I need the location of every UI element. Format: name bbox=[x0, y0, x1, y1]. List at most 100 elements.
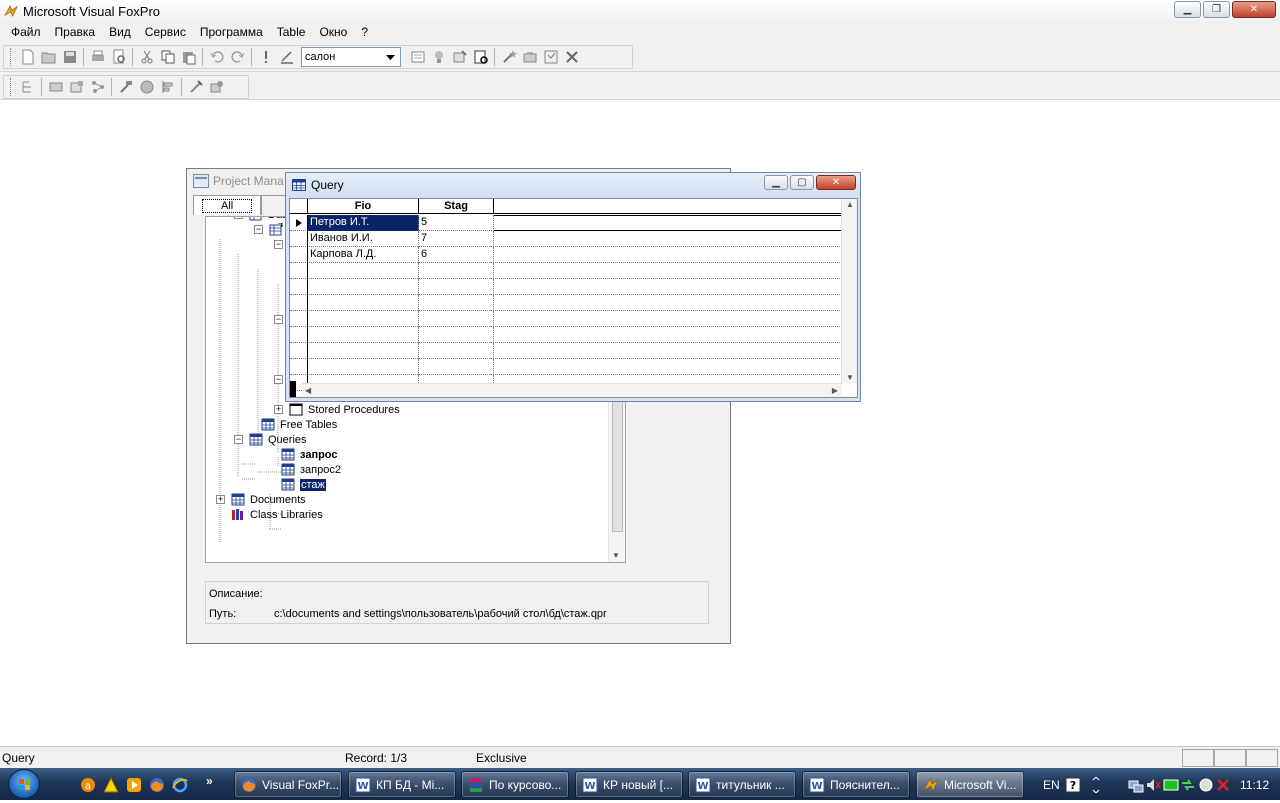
minimize-button[interactable]: ▁ bbox=[1174, 1, 1201, 18]
column-header-stag[interactable]: Stag bbox=[419, 199, 494, 214]
save-button[interactable] bbox=[59, 47, 80, 67]
taskbar-button[interactable]: Microsoft Vi... bbox=[916, 771, 1024, 798]
query-minimize-button[interactable]: ▁ bbox=[764, 175, 788, 190]
row-selector[interactable] bbox=[290, 343, 308, 359]
taskbar-button[interactable]: Visual FoxPr... bbox=[234, 771, 342, 798]
collapse-icon[interactable]: − bbox=[234, 217, 243, 219]
cell-fio[interactable] bbox=[308, 311, 419, 327]
cell-stag[interactable] bbox=[419, 359, 494, 375]
cell-fio[interactable]: Карпова Л.Д. bbox=[308, 247, 419, 263]
db-modify-button[interactable] bbox=[115, 77, 136, 97]
cell-fio[interactable] bbox=[308, 343, 419, 359]
cell-stag[interactable]: 6 bbox=[419, 247, 494, 263]
table-row[interactable] bbox=[290, 327, 842, 343]
scroll-down-icon[interactable]: ▼ bbox=[846, 373, 854, 382]
table-row[interactable]: Иванов И.И. 7 bbox=[290, 231, 842, 247]
menu-view[interactable]: Вид bbox=[102, 22, 138, 42]
restore-button[interactable]: ❐ bbox=[1203, 1, 1230, 18]
table-row[interactable] bbox=[290, 295, 842, 311]
taskbar-button[interactable]: Wтитульник ... bbox=[688, 771, 796, 798]
tray-arrows-icon[interactable] bbox=[1088, 777, 1104, 793]
table-row[interactable] bbox=[290, 263, 842, 279]
db-edit-stored-button[interactable] bbox=[185, 77, 206, 97]
print-preview-button[interactable] bbox=[108, 47, 129, 67]
table-row[interactable]: Карпова Л.Д. 6 bbox=[290, 247, 842, 263]
db-align-button[interactable] bbox=[157, 77, 178, 97]
collapse-icon[interactable]: − bbox=[274, 375, 283, 384]
taskbar-button[interactable]: W КП БД - Mi... bbox=[348, 771, 456, 798]
connection-error-icon[interactable] bbox=[1215, 777, 1231, 793]
tree-item[interactable]: + Documents bbox=[216, 492, 306, 507]
toolbar-grip[interactable] bbox=[10, 48, 13, 66]
close-button[interactable]: ✕ bbox=[1232, 1, 1276, 18]
view-window-button[interactable] bbox=[428, 47, 449, 67]
modify-form-button[interactable] bbox=[276, 47, 297, 67]
menu-edit[interactable]: Правка bbox=[48, 22, 103, 42]
row-selector[interactable] bbox=[290, 215, 308, 231]
network-icon[interactable] bbox=[1128, 777, 1144, 793]
row-selector[interactable] bbox=[290, 295, 308, 311]
query-maximize-button[interactable]: ▢ bbox=[790, 175, 814, 190]
db-relations-button[interactable] bbox=[87, 77, 108, 97]
cut-button[interactable] bbox=[136, 47, 157, 67]
menu-window[interactable]: Окно bbox=[312, 22, 354, 42]
menu-help[interactable]: ? bbox=[354, 22, 375, 42]
tree-item[interactable]: Free Tables bbox=[246, 417, 337, 432]
grid-horizontal-scrollbar[interactable]: ◀ ▶ bbox=[302, 383, 842, 397]
row-selector[interactable] bbox=[290, 231, 308, 247]
expand-icon[interactable]: + bbox=[274, 405, 283, 414]
row-selector[interactable] bbox=[290, 279, 308, 295]
avast-icon[interactable]: a bbox=[80, 777, 96, 793]
db-new-table-button[interactable] bbox=[17, 77, 38, 97]
volume-icon[interactable] bbox=[1145, 777, 1161, 793]
internet-explorer-icon[interactable] bbox=[172, 777, 188, 793]
tree-item[interactable]: стаж bbox=[266, 477, 326, 492]
form-designer-button[interactable] bbox=[449, 47, 470, 67]
collapse-icon[interactable]: − bbox=[274, 240, 283, 249]
media-player-icon[interactable] bbox=[126, 777, 142, 793]
taskbar-button[interactable]: W Пояснител... bbox=[802, 771, 910, 798]
collapse-icon[interactable]: − bbox=[254, 225, 263, 234]
taskbar-button[interactable]: По курсово... bbox=[461, 771, 569, 798]
warning-icon[interactable] bbox=[103, 777, 119, 793]
row-selector[interactable] bbox=[290, 247, 308, 263]
cell-stag[interactable] bbox=[419, 327, 494, 343]
row-selector[interactable] bbox=[290, 311, 308, 327]
database-combo[interactable]: салон bbox=[301, 47, 401, 67]
cell-fio[interactable] bbox=[308, 327, 419, 343]
row-selector[interactable] bbox=[290, 327, 308, 343]
code-button[interactable] bbox=[540, 47, 561, 67]
paste-button[interactable] bbox=[178, 47, 199, 67]
grid-vertical-scrollbar[interactable]: ▲ ▼ bbox=[841, 199, 857, 383]
cell-stag[interactable] bbox=[419, 311, 494, 327]
scroll-left-icon[interactable]: ◀ bbox=[305, 386, 311, 395]
menu-file[interactable]: Файл bbox=[4, 22, 48, 42]
collapse-icon[interactable]: − bbox=[274, 315, 283, 324]
cell-stag[interactable]: 5 bbox=[419, 215, 494, 231]
start-button[interactable] bbox=[8, 769, 40, 799]
expand-icon[interactable]: + bbox=[216, 495, 225, 504]
scroll-right-icon[interactable]: ▶ bbox=[832, 386, 838, 395]
table-row[interactable] bbox=[290, 343, 842, 359]
wizard-button[interactable] bbox=[498, 47, 519, 67]
run-button[interactable] bbox=[255, 47, 276, 67]
tree-item[interactable]: − bbox=[254, 222, 288, 237]
clock[interactable]: 11:12 bbox=[1240, 778, 1269, 792]
cell-fio[interactable] bbox=[308, 279, 419, 295]
tools-button[interactable] bbox=[561, 47, 582, 67]
table-row[interactable] bbox=[290, 311, 842, 327]
redo-button[interactable] bbox=[227, 47, 248, 67]
cell-fio[interactable] bbox=[308, 359, 419, 375]
builder-button[interactable] bbox=[519, 47, 540, 67]
table-row[interactable] bbox=[290, 279, 842, 295]
cell-fio[interactable] bbox=[308, 263, 419, 279]
grid-splitter-handle[interactable] bbox=[290, 381, 296, 397]
copy-button[interactable] bbox=[157, 47, 178, 67]
tree-item[interactable]: Class Libraries bbox=[216, 507, 323, 522]
language-indicator[interactable]: EN bbox=[1043, 778, 1060, 792]
db-browse-button[interactable] bbox=[136, 77, 157, 97]
db-add-table-button[interactable] bbox=[45, 77, 66, 97]
tree-item[interactable]: − Queries bbox=[234, 432, 307, 447]
help-icon[interactable]: ? bbox=[1065, 777, 1081, 793]
table-row[interactable]: Петров И.Т. 5 bbox=[290, 215, 842, 231]
